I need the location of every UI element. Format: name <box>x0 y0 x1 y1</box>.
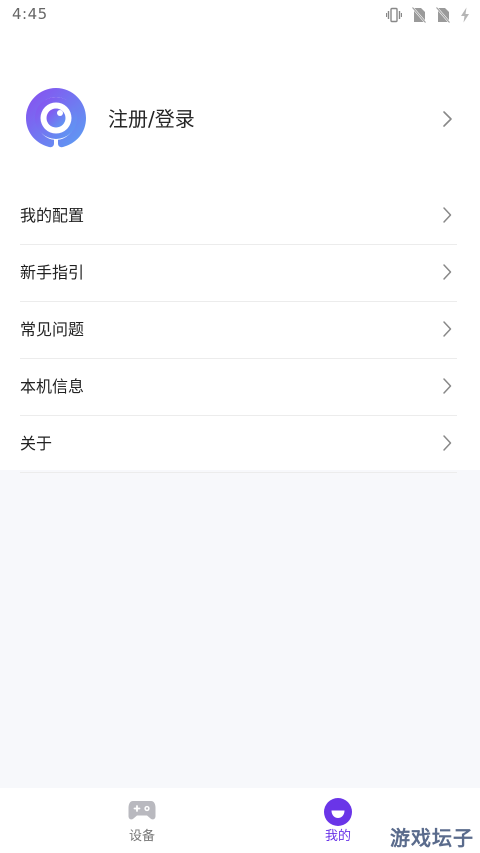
status-icons <box>386 6 470 24</box>
menu-item-label: 关于 <box>20 434 53 453</box>
menu-item-faq[interactable]: 常见问题 <box>20 302 457 359</box>
status-time: 4:45 <box>12 5 48 23</box>
profile-login-row[interactable]: 注册/登录 <box>0 75 480 165</box>
chevron-right-icon <box>443 378 452 394</box>
menu-item-label: 常见问题 <box>20 320 85 339</box>
chevron-right-icon <box>443 321 452 337</box>
sim-off-icon <box>436 7 450 23</box>
chevron-right-icon <box>443 207 452 223</box>
status-bar: 4:45 <box>0 0 480 30</box>
charging-icon <box>461 7 469 23</box>
chevron-right-icon <box>443 264 452 280</box>
smiley-icon <box>324 798 352 826</box>
chevron-right-icon <box>443 435 452 451</box>
gamepad-icon <box>128 801 156 820</box>
menu-item-device-info[interactable]: 本机信息 <box>20 359 457 416</box>
sim-off-icon <box>412 7 426 23</box>
watermark-text: 游戏坛子 <box>390 826 474 850</box>
main-panel: 注册/登录 我的配置 新手指引 常见问题 本机信息 关于 <box>0 30 480 473</box>
vibrate-icon <box>386 7 402 23</box>
menu-item-beginner-guide[interactable]: 新手指引 <box>20 245 457 302</box>
menu-item-about[interactable]: 关于 <box>20 416 457 473</box>
settings-menu: 我的配置 新手指引 常见问题 本机信息 关于 <box>0 188 480 473</box>
chevron-right-icon <box>443 111 452 127</box>
menu-item-label: 新手指引 <box>20 263 85 282</box>
menu-item-label: 本机信息 <box>20 377 85 396</box>
menu-item-my-config[interactable]: 我的配置 <box>20 188 457 245</box>
app-logo-icon <box>26 88 86 148</box>
menu-item-label: 我的配置 <box>20 206 85 225</box>
login-register-label[interactable]: 注册/登录 <box>108 106 195 132</box>
